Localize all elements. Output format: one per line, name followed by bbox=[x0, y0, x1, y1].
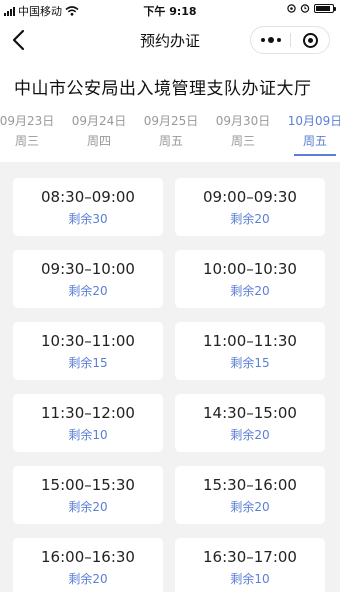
time-slot-range: 16:00–16:30 bbox=[41, 548, 135, 566]
time-slot-remaining: 剩余20 bbox=[230, 284, 270, 298]
status-bar: 中国移动 下午 9:18 bbox=[0, 0, 340, 20]
date-tab-weekday: 周三 bbox=[230, 134, 255, 148]
time-slot-range: 15:00–15:30 bbox=[41, 476, 135, 494]
time-slot-remaining: 剩余15 bbox=[230, 356, 270, 370]
time-slot-card[interactable]: 16:00–16:30 剩余20 bbox=[13, 538, 163, 592]
time-slot-card[interactable]: 11:30–12:00 剩余10 bbox=[13, 394, 163, 452]
date-tab-weekday: 周五 bbox=[302, 134, 327, 148]
time-slot-grid: 08:30–09:00 剩余30 09:00–09:30 剩余20 09:30–10:0… bbox=[0, 162, 340, 592]
time-slot-card[interactable]: 15:30–16:00 剩余20 bbox=[175, 466, 325, 524]
battery-fill bbox=[316, 5, 330, 11]
time-slot-card[interactable]: 15:00–15:30 剩余20 bbox=[13, 466, 163, 524]
time-slot-card[interactable]: 08:30–09:00 剩余30 bbox=[13, 178, 163, 236]
time-slot-remaining: 剩余20 bbox=[68, 284, 108, 298]
battery-icon bbox=[314, 3, 336, 13]
time-slot-remaining: 剩余20 bbox=[230, 500, 270, 514]
nav-bar: 预约办证 bbox=[0, 20, 340, 60]
date-tab[interactable]: 09月25日 周五 bbox=[138, 104, 204, 156]
date-tab[interactable]: 09月23日 周三 bbox=[0, 104, 60, 156]
time-slot-card[interactable]: 14:30–15:00 剩余20 bbox=[175, 394, 325, 452]
date-tab-date: 09月24日 bbox=[71, 114, 127, 128]
date-tab-date: 10月09日 bbox=[287, 114, 340, 128]
date-tab[interactable]: 10月09日 周五 bbox=[282, 104, 340, 156]
time-slot-remaining: 剩余20 bbox=[68, 572, 108, 586]
time-slot-range: 10:30–11:00 bbox=[41, 332, 135, 350]
date-tab-weekday: 周三 bbox=[14, 134, 39, 148]
time-slot-range: 11:30–12:00 bbox=[41, 404, 135, 422]
time-slot-remaining: 剩余20 bbox=[68, 500, 108, 514]
close-button[interactable] bbox=[291, 27, 329, 53]
time-slot-card[interactable]: 16:30–17:00 剩余10 bbox=[175, 538, 325, 592]
dot-icon bbox=[267, 37, 274, 43]
time-slot-remaining: 剩余20 bbox=[230, 428, 270, 442]
alarm-icon bbox=[300, 4, 310, 13]
time-slot-range: 15:30–16:00 bbox=[203, 476, 297, 494]
time-slot-range: 11:00–11:30 bbox=[203, 332, 297, 350]
time-slot-range: 09:00–09:30 bbox=[203, 188, 297, 206]
more-button[interactable] bbox=[251, 27, 290, 53]
date-tab-date: 09月30日 bbox=[215, 114, 271, 128]
status-right bbox=[287, 3, 336, 13]
time-slot-range: 08:30–09:00 bbox=[41, 188, 135, 206]
mini-program-capsule bbox=[250, 26, 330, 54]
time-slot-range: 09:30–10:00 bbox=[41, 260, 135, 278]
time-slot-card[interactable]: 10:30–11:00 剩余15 bbox=[13, 322, 163, 380]
time-slot-card[interactable]: 09:00–09:30 剩余20 bbox=[175, 178, 325, 236]
date-tab[interactable]: 09月30日 周三 bbox=[210, 104, 276, 156]
time-slot-remaining: 剩余20 bbox=[230, 212, 270, 226]
location-icon bbox=[287, 3, 296, 13]
date-tab-date: 09月25日 bbox=[143, 114, 199, 128]
date-tab-date: 09月23日 bbox=[0, 114, 55, 128]
date-tabs: 09月23日 周三 09月24日 周四 09月25日 周五 09月30日 周三 10月09日 周五 bbox=[0, 104, 340, 160]
time-slot-card[interactable]: 11:00–11:30 剩余15 bbox=[175, 322, 325, 380]
date-tab[interactable]: 09月24日 周四 bbox=[66, 104, 132, 156]
time-slot-remaining: 剩余10 bbox=[230, 572, 270, 586]
dot-icon bbox=[276, 38, 281, 42]
time-slot-range: 16:30–17:00 bbox=[203, 548, 297, 566]
time-slot-remaining: 剩余10 bbox=[68, 428, 108, 442]
time-slot-range: 14:30–15:00 bbox=[203, 404, 297, 422]
time-slot-range: 10:00–10:30 bbox=[203, 260, 297, 278]
target-icon bbox=[302, 32, 318, 48]
date-tab-weekday: 周五 bbox=[158, 134, 183, 148]
time-slot-remaining: 剩余15 bbox=[68, 356, 108, 370]
date-tab-weekday: 周四 bbox=[86, 134, 111, 148]
time-slot-card[interactable]: 10:00–10:30 剩余20 bbox=[175, 250, 325, 308]
time-slot-remaining: 剩余30 bbox=[68, 212, 108, 226]
office-title: 中山市公安局出入境管理支队办证大厅 bbox=[14, 79, 312, 99]
time-slot-card[interactable]: 09:30–10:00 剩余20 bbox=[13, 250, 163, 308]
dot-icon bbox=[260, 38, 265, 42]
